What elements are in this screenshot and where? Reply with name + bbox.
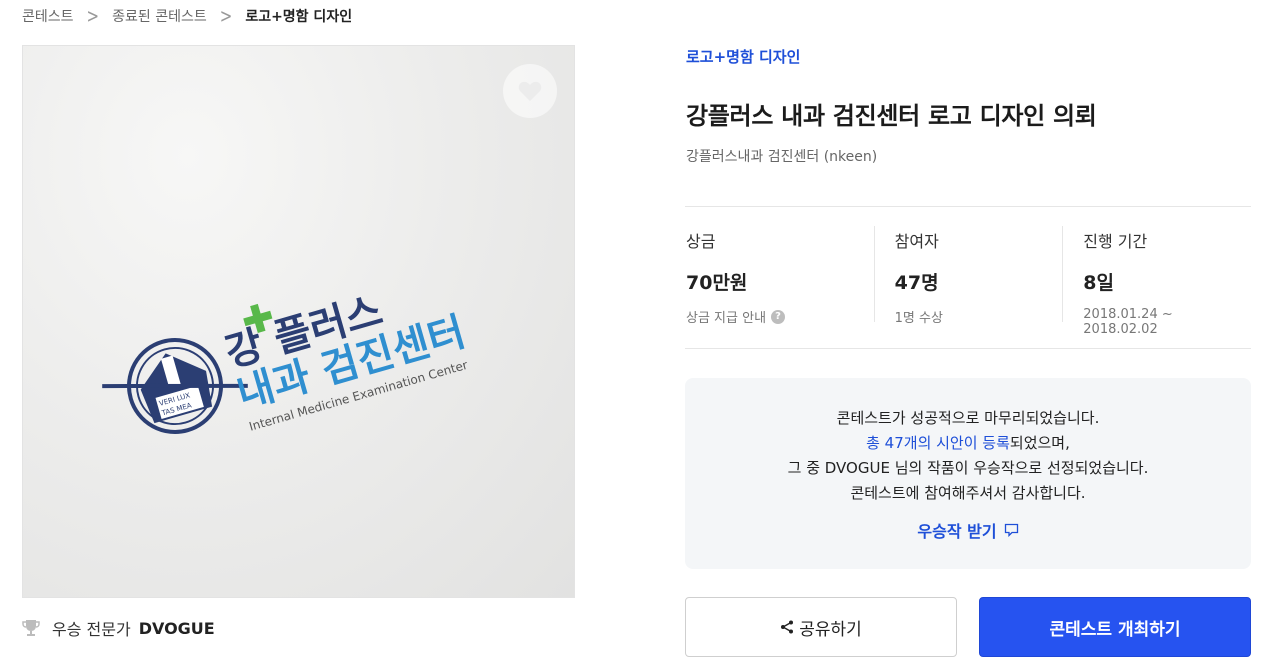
contest-title: 강플러스 내과 검진센터 로고 디자인 의뢰 [686,102,1097,130]
stat-participants: 참여자 47명 1명 수상 [873,226,1063,326]
stat-sub: 1명 수상 [894,311,943,326]
notice-line: 콘테스트에 참여해주셔서 감사합니다. [850,484,1086,502]
get-winning-design-label: 우승작 받기 [917,522,997,541]
logo-artwork: VERI LUX TAS MEA 강 플러스 내과 검진센터 Internal … [102,288,470,434]
share-icon [781,620,794,634]
stat-label: 진행 기간 [1083,232,1148,251]
breadcrumb-item-contest[interactable]: 콘테스트 [22,6,74,26]
breadcrumb: 콘테스트 > 종료된 콘테스트 > 로고+명함 디자인 [22,4,353,28]
divider [685,206,1251,207]
submissions-link[interactable]: 총 47개의 시안이 등록 [866,434,1010,452]
contest-result-notice: 콘테스트가 성공적으로 마무리되었습니다. 총 47개의 시안이 등록되었으며,… [685,378,1251,569]
stat-sub: 2018.01.24 ~ 2018.02.02 [1083,307,1173,337]
notice-line: 그 중 DVOGUE 님의 작품이 우승작으로 선정되었습니다. [787,459,1149,477]
heart-icon [518,81,542,101]
like-button[interactable] [503,64,557,118]
chat-bubble-icon [1004,523,1018,537]
stat-value: 47명 [894,272,939,294]
breadcrumb-item-ended-contest[interactable]: 종료된 콘테스트 [112,6,207,26]
share-button[interactable]: 공유하기 [685,597,957,657]
stat-label: 참여자 [894,232,939,251]
notice-line: 콘테스트가 성공적으로 마무리되었습니다. [836,409,1100,427]
stat-prize: 상금 70만원 상금 지급 안내 ? [685,226,874,326]
divider [685,348,1251,349]
prize-payment-info[interactable]: 상금 지급 안내 ? [686,307,874,326]
contest-client: 강플러스내과 검진센터 (nkeen) [686,149,878,165]
share-label: 공유하기 [799,619,862,640]
help-icon[interactable]: ? [771,309,786,324]
stat-duration: 진행 기간 8일 2018.01.24 ~ 2018.02.02 [1062,226,1251,337]
winning-design-image[interactable]: VERI LUX TAS MEA 강 플러스 내과 검진센터 Internal … [22,45,575,598]
host-contest-label: 콘테스트 개최하기 [1049,619,1181,640]
stat-label: 상금 [686,232,716,251]
winner-expert: 우승 전문가 DVOGUE [22,616,215,640]
stat-sub: 상금 지급 안내 [686,311,767,326]
host-contest-button[interactable]: 콘테스트 개최하기 [979,597,1251,657]
trophy-icon [22,620,40,636]
winner-name[interactable]: DVOGUE [139,619,215,638]
winner-label: 우승 전문가 [52,620,131,639]
contest-stats: 상금 70만원 상금 지급 안내 ? 참여자 47명 1명 수상 진행 기간 8… [685,226,1251,337]
contest-category[interactable]: 로고+명함 디자인 [686,46,800,67]
notice-line: 총 47개의 시안이 등록되었으며, [866,434,1070,452]
chevron-right-icon: > [86,4,100,28]
stat-value: 70만원 [686,272,748,294]
breadcrumb-item-current: 로고+명함 디자인 [245,9,353,25]
chevron-right-icon: > [219,4,233,28]
get-winning-design-button[interactable]: 우승작 받기 [917,518,1018,542]
stat-value: 8일 [1083,272,1114,294]
